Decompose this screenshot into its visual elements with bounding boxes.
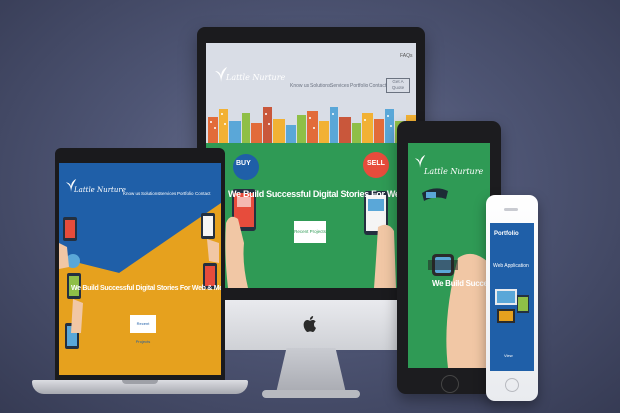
tablet-home-button[interactable]	[441, 375, 459, 393]
sell-badge: SELL	[367, 160, 385, 167]
phone-home-button[interactable]	[505, 378, 519, 392]
imac-stand	[276, 348, 346, 393]
logo-text[interactable]: Lattle Nurture	[74, 186, 126, 194]
laptop-screen: Lattle Nurture Know us Solutions Service…	[59, 163, 221, 375]
hero-headline: We Build Successful Digital Stories For …	[71, 285, 221, 292]
laptop-notch	[122, 380, 158, 384]
portfolio-title: Portfolio	[494, 231, 519, 237]
nav-solutions[interactable]: Solutions	[141, 191, 160, 196]
smartglasses-icon	[422, 188, 448, 201]
nav-know-us[interactable]: Know us	[123, 191, 140, 196]
nav-contact[interactable]: Contact	[369, 83, 386, 89]
apple-logo-icon	[303, 316, 316, 332]
phone-speaker	[504, 208, 518, 211]
logo-text[interactable]: Lattle Nurture	[424, 167, 483, 176]
phone-screen: Portfolio Web Application View	[490, 223, 534, 371]
hand-holding-phone-illustration-right	[363, 152, 396, 288]
get-quote-button[interactable]: Get A Quote	[386, 78, 410, 93]
buy-badge: BUY	[236, 160, 251, 167]
faq-link[interactable]: FAQs	[400, 53, 413, 59]
nav-portfolio[interactable]: Portfolio	[177, 191, 194, 196]
imac-hero: BUY SELL We Build Successful Digital Sto…	[206, 143, 416, 288]
nav-know-us[interactable]: Know us	[290, 83, 309, 89]
smartwatch-icon	[428, 253, 490, 368]
city-skyline-illustration	[208, 107, 416, 143]
imac-header: FAQs Lattle Nurture Know us Solutions Se…	[206, 43, 416, 143]
nav-contact[interactable]: Contact	[195, 191, 211, 196]
nav-solutions[interactable]: Solutions	[310, 83, 331, 89]
nav-portfolio[interactable]: Portfolio	[350, 83, 368, 89]
imac-screen: FAQs Lattle Nurture Know us Solutions Se…	[206, 43, 416, 288]
nav-services[interactable]: Services	[330, 83, 349, 89]
recent-projects-button[interactable]: Recent Projects	[130, 315, 156, 344]
portfolio-subtitle: Web Application	[493, 263, 529, 269]
imac-foot	[262, 390, 360, 398]
recent-projects-button[interactable]: Recent Projects	[294, 221, 326, 243]
tablet-screen: Lattle Nurture We Build Succes	[408, 143, 490, 368]
nav-services[interactable]: Services	[159, 191, 176, 196]
hand-holding-phone-illustration	[225, 154, 259, 288]
logo-text[interactable]: Lattle Nurture	[226, 73, 285, 82]
view-button[interactable]: View	[504, 353, 513, 358]
device-mockup-thumbnail	[495, 289, 529, 323]
hero-headline: We Build Succes	[432, 279, 490, 288]
hero-headline: We Build Successful Digital Stories For …	[228, 189, 416, 199]
